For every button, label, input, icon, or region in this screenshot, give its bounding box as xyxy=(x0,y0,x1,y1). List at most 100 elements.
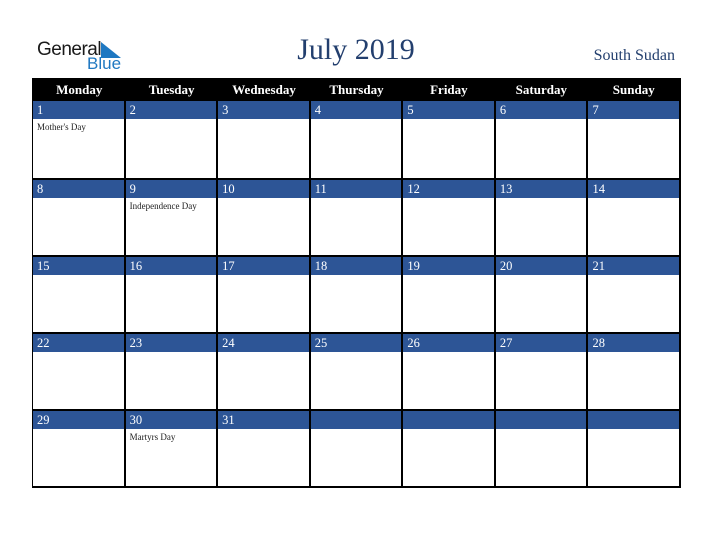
weekday-saturday: Saturday xyxy=(515,82,567,97)
day-number: 17 xyxy=(218,257,309,275)
country-label: South Sudan xyxy=(593,47,675,64)
weekday-header: Monday Tuesday Wednesday Thursday Friday Satu… xyxy=(32,78,681,101)
day-number: 10 xyxy=(218,180,309,198)
day-number xyxy=(495,411,587,429)
holiday-label xyxy=(311,119,402,122)
day-number: 8 xyxy=(33,180,124,198)
day-cell[interactable]: 19 xyxy=(403,255,496,332)
day-cell[interactable] xyxy=(495,409,589,486)
holiday-label xyxy=(311,429,402,432)
holiday-label xyxy=(496,429,587,432)
day-number: 21 xyxy=(588,257,680,275)
day-number xyxy=(588,411,680,429)
day-cell[interactable]: 18 xyxy=(310,255,404,332)
holiday-label xyxy=(126,119,217,122)
holiday-label xyxy=(403,119,494,122)
day-cell[interactable]: 5 xyxy=(403,101,496,178)
day-cell[interactable] xyxy=(310,409,404,486)
day-number: 25 xyxy=(310,334,402,352)
holiday-label xyxy=(218,198,309,201)
day-cell[interactable]: 8 xyxy=(33,178,126,255)
calendar-grid: Monday Tuesday Wednesday Thursday Friday Satu… xyxy=(32,78,682,488)
day-number xyxy=(310,411,402,429)
day-number: 16 xyxy=(125,257,217,275)
day-number: 22 xyxy=(33,334,124,352)
day-number: 3 xyxy=(218,101,309,119)
day-cell[interactable]: 3 xyxy=(218,101,311,178)
day-number: 15 xyxy=(33,257,124,275)
day-cell[interactable]: 31 xyxy=(218,409,311,486)
holiday-label xyxy=(33,352,124,355)
day-number: 31 xyxy=(218,411,309,429)
holiday-label xyxy=(126,275,217,278)
day-cell[interactable]: 21 xyxy=(588,255,682,332)
holiday-label xyxy=(218,275,309,278)
holiday-label xyxy=(403,275,494,278)
day-cell[interactable]: 13 xyxy=(495,178,589,255)
day-number: 12 xyxy=(403,180,494,198)
day-number: 5 xyxy=(403,101,494,119)
week-row: 1 Mother's Day 2 3 4 5 6 7 xyxy=(32,101,682,178)
day-number: 1 xyxy=(33,101,124,119)
day-number: 6 xyxy=(495,101,587,119)
holiday-label xyxy=(403,352,494,355)
holiday-label xyxy=(403,198,494,201)
day-cell[interactable]: 7 xyxy=(588,101,682,178)
holiday-label: Mother's Day xyxy=(37,122,86,132)
week-row: 22 23 24 25 26 27 28 xyxy=(32,332,682,409)
day-cell[interactable]: 24 xyxy=(218,332,311,409)
day-cell[interactable]: 1 Mother's Day xyxy=(33,101,126,178)
day-number: 13 xyxy=(495,180,587,198)
holiday-label xyxy=(311,198,402,201)
day-number: 18 xyxy=(310,257,402,275)
weekday-sunday: Sunday xyxy=(612,82,655,97)
day-cell[interactable]: 29 xyxy=(33,409,126,486)
day-cell[interactable]: 23 xyxy=(125,332,219,409)
day-cell[interactable]: 25 xyxy=(310,332,404,409)
day-cell[interactable]: 26 xyxy=(403,332,496,409)
day-number: 7 xyxy=(588,101,680,119)
day-number: 11 xyxy=(310,180,402,198)
day-number: 27 xyxy=(495,334,587,352)
holiday-label xyxy=(33,198,124,201)
day-cell[interactable] xyxy=(403,409,496,486)
weekday-friday: Friday xyxy=(430,82,468,97)
day-cell[interactable]: 22 xyxy=(33,332,126,409)
weekday-monday: Monday xyxy=(56,82,103,97)
holiday-label xyxy=(496,198,587,201)
holiday-label: Martyrs Day xyxy=(129,432,176,442)
day-cell[interactable]: 16 xyxy=(125,255,219,332)
day-number xyxy=(403,411,494,429)
day-number: 24 xyxy=(218,334,309,352)
day-cell[interactable]: 6 xyxy=(495,101,589,178)
day-cell[interactable] xyxy=(588,409,682,486)
holiday-label xyxy=(126,352,217,355)
day-cell[interactable]: 14 xyxy=(588,178,682,255)
day-number: 23 xyxy=(125,334,217,352)
day-cell[interactable]: 30 Martyrs Day xyxy=(125,409,219,486)
day-cell[interactable]: 17 xyxy=(218,255,311,332)
day-cell[interactable]: 20 xyxy=(495,255,589,332)
day-cell[interactable]: 28 xyxy=(588,332,682,409)
week-row: 8 9 Independence Day 10 11 12 13 14 xyxy=(32,178,682,255)
day-number: 4 xyxy=(310,101,402,119)
day-number: 26 xyxy=(403,334,494,352)
day-cell[interactable]: 12 xyxy=(403,178,496,255)
day-cell[interactable]: 9 Independence Day xyxy=(125,178,219,255)
day-cell[interactable]: 4 xyxy=(310,101,404,178)
day-cell[interactable]: 11 xyxy=(310,178,404,255)
day-cell[interactable]: 27 xyxy=(495,332,589,409)
holiday-label xyxy=(33,429,124,432)
day-number: 29 xyxy=(33,411,124,429)
day-cell[interactable]: 15 xyxy=(33,255,126,332)
holiday-label xyxy=(218,352,309,355)
day-cell[interactable]: 10 xyxy=(218,178,311,255)
weekday-tuesday: Tuesday xyxy=(148,82,195,97)
day-number: 20 xyxy=(495,257,587,275)
weekday-thursday: Thursday xyxy=(329,82,384,97)
holiday-label xyxy=(311,275,402,278)
holiday-label xyxy=(496,352,587,355)
day-cell[interactable]: 2 xyxy=(125,101,219,178)
week-row: 15 16 17 18 19 20 21 xyxy=(32,255,682,332)
holiday-label xyxy=(588,275,679,278)
